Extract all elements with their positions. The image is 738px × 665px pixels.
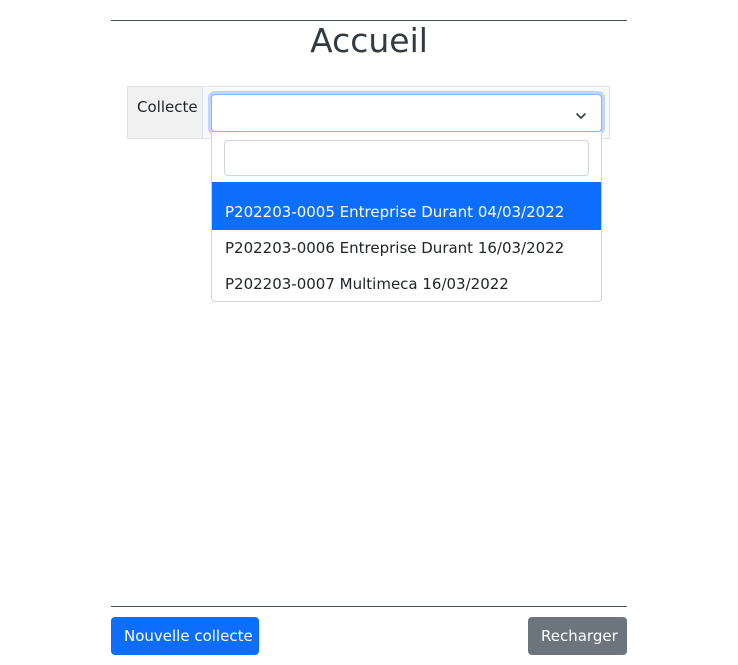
page: Accueil Collecte P202203-0005 Entreprise… (0, 0, 738, 665)
reload-button[interactable]: Recharger (528, 617, 627, 655)
chevron-down-icon (575, 107, 587, 119)
collecte-label: Collecte (128, 87, 203, 138)
collecte-dropdown: P202203-0005 Entreprise Durant 04/03/202… (211, 132, 602, 302)
dropdown-option-0005[interactable]: P202203-0005 Entreprise Durant 04/03/202… (212, 182, 601, 230)
dropdown-option-0006[interactable]: P202203-0006 Entreprise Durant 16/03/202… (212, 230, 601, 266)
bottom-divider (111, 606, 627, 607)
collecte-select[interactable] (211, 94, 602, 132)
page-title: Accueil (310, 21, 428, 60)
dropdown-option-0007[interactable]: P202203-0007 Multimeca 16/03/2022 (212, 266, 601, 302)
dropdown-search-input[interactable] (224, 140, 589, 176)
new-collecte-button[interactable]: Nouvelle collecte (111, 617, 259, 655)
